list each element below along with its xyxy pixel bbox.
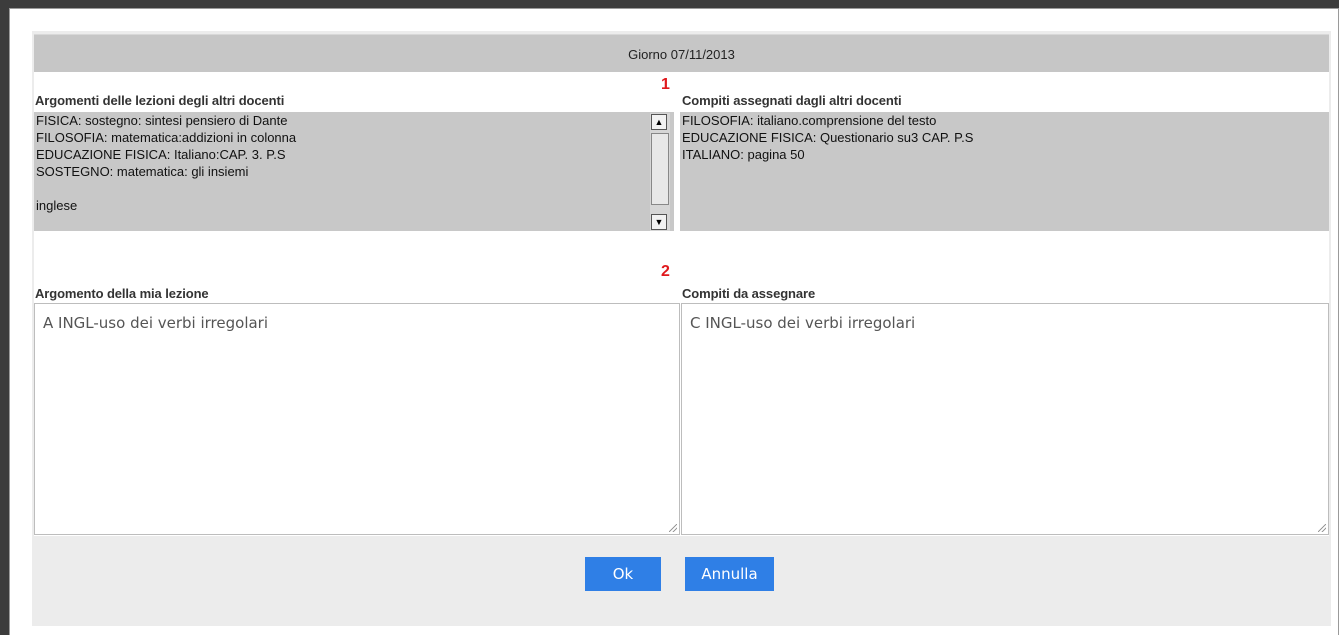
other-homework-label: Compiti assegnati dagli altri docenti bbox=[682, 93, 902, 108]
list-item[interactable]: inglese bbox=[34, 197, 674, 214]
dialog-title: Giorno 07/11/2013 bbox=[34, 34, 1329, 73]
list-item[interactable]: SOSTEGNO: matematica: gli insiemi bbox=[34, 163, 674, 180]
list-item[interactable]: ITALIANO: pagina 50 bbox=[680, 146, 1329, 163]
list-item[interactable]: EDUCAZIONE FISICA: Italiano:CAP. 3. P.S bbox=[34, 146, 674, 163]
scroll-up-icon[interactable]: ▲ bbox=[651, 114, 667, 130]
list-item[interactable]: EDUCAZIONE FISICA: Questionario su3 CAP.… bbox=[680, 129, 1329, 146]
other-lessons-scrollbar[interactable]: ▲ ▼ bbox=[650, 113, 670, 231]
resize-grip-icon[interactable] bbox=[669, 524, 677, 532]
marker-1: 1 bbox=[661, 76, 670, 93]
scroll-thumb[interactable] bbox=[651, 133, 669, 205]
other-homework-list[interactable]: FILOSOFIA: italiano.comprensione del tes… bbox=[680, 112, 1329, 231]
scroll-down-icon[interactable]: ▼ bbox=[651, 214, 667, 230]
list-item[interactable]: FILOSOFIA: matematica:addizioni in colon… bbox=[34, 129, 674, 146]
list-item[interactable] bbox=[34, 180, 674, 197]
homework-text: C INGL-uso dei verbi irregolari bbox=[690, 314, 916, 332]
my-lesson-label: Argomento della mia lezione bbox=[35, 286, 209, 301]
my-lesson-textarea[interactable]: A INGL-uso dei verbi irregolari bbox=[34, 303, 680, 535]
dialog: Giorno 07/11/2013 1 2 Argomenti delle le… bbox=[10, 9, 1338, 635]
resize-grip-icon[interactable] bbox=[1318, 524, 1326, 532]
window-left-border bbox=[0, 0, 9, 635]
cancel-button[interactable]: Annulla bbox=[685, 557, 774, 591]
other-lessons-list[interactable]: FISICA: sostegno: sintesi pensiero di Da… bbox=[34, 112, 674, 231]
homework-label: Compiti da assegnare bbox=[682, 286, 816, 301]
list-item[interactable]: FISICA: sostegno: sintesi pensiero di Da… bbox=[34, 112, 674, 129]
marker-2: 2 bbox=[661, 263, 670, 280]
list-item[interactable]: FILOSOFIA: italiano.comprensione del tes… bbox=[680, 112, 1329, 129]
ok-button[interactable]: Ok bbox=[585, 557, 661, 591]
my-lesson-text: A INGL-uso dei verbi irregolari bbox=[43, 314, 269, 332]
other-lessons-label: Argomenti delle lezioni degli altri doce… bbox=[35, 93, 285, 108]
window-top-border bbox=[0, 0, 1339, 8]
homework-textarea[interactable]: C INGL-uso dei verbi irregolari bbox=[681, 303, 1329, 535]
